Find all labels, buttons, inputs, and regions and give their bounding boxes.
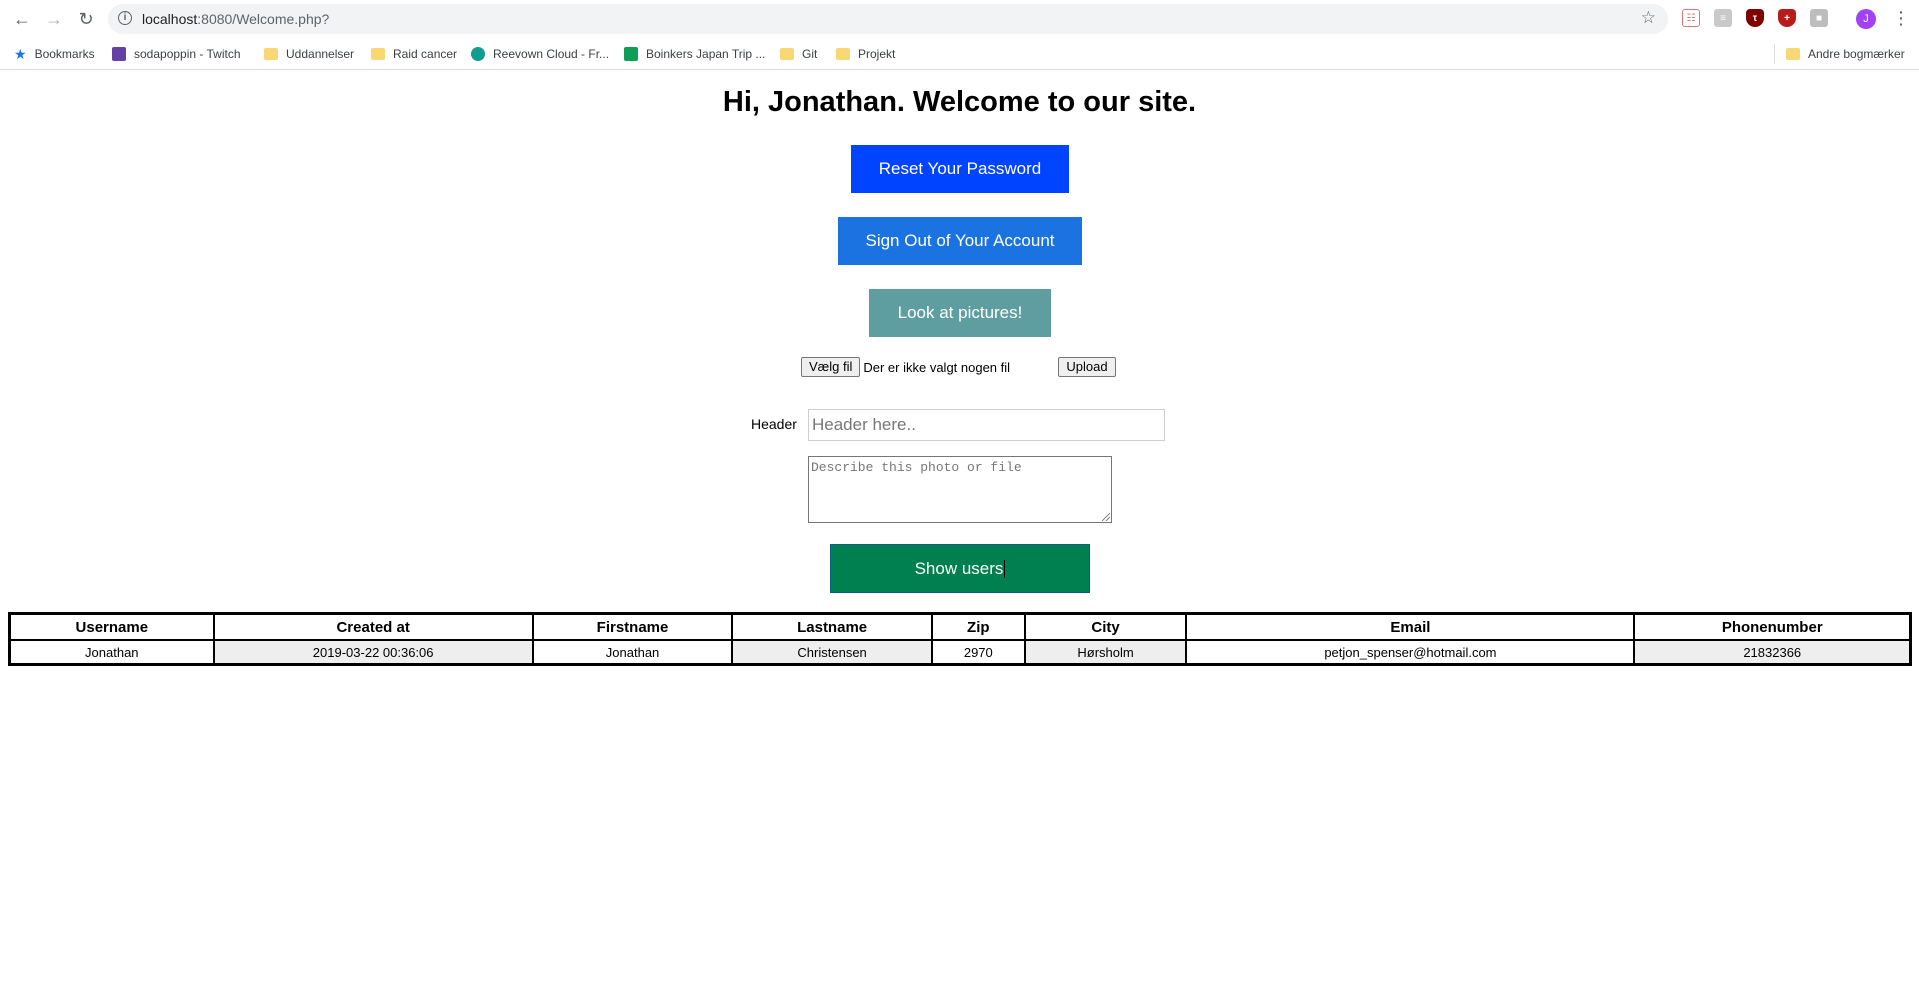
extension-icon[interactable]: ≡ — [1714, 9, 1732, 27]
profile-avatar[interactable]: J — [1856, 9, 1876, 29]
bookmark-item[interactable]: Raid cancer — [371, 44, 457, 64]
column-header: Created at — [213, 614, 533, 640]
ublock-shield-icon[interactable]: τ — [1746, 9, 1764, 27]
sheets-icon — [624, 47, 638, 61]
browser-toolbar: ← → ↻ i localhost:8080/Welcome.php? ☆ ☷ … — [0, 0, 1919, 38]
bookmark-item[interactable]: sodapoppin - Twitch — [112, 44, 241, 64]
show-users-button[interactable]: Show users — [830, 544, 1090, 593]
menu-dots-icon[interactable]: ⋮ — [1892, 6, 1910, 30]
info-icon[interactable]: i — [118, 11, 132, 25]
table-header-row: Username Created at Firstname Lastname Z… — [10, 614, 1910, 640]
bookmarks-divider — [1774, 44, 1775, 64]
show-users-label: Show users — [914, 558, 1004, 578]
column-header: Zip — [931, 614, 1025, 640]
bookmark-item[interactable]: ★ Bookmarks — [14, 44, 95, 64]
bookmarks-bar: ★ Bookmarks sodapoppin - Twitch Uddannels… — [0, 38, 1919, 70]
url-text[interactable]: localhost:8080/Welcome.php? — [142, 11, 329, 27]
bookmark-label: Reevown Cloud - Fr... — [493, 47, 610, 61]
upload-button[interactable]: Upload — [1058, 357, 1116, 377]
reset-password-button[interactable]: Reset Your Password — [851, 145, 1069, 193]
column-header: City — [1024, 614, 1187, 640]
column-header: Username — [10, 614, 214, 640]
table-cell: Jonathan — [532, 640, 733, 664]
bookmark-item[interactable]: Git — [780, 44, 817, 64]
bookmark-item[interactable]: Boinkers Japan Trip ... — [624, 44, 765, 64]
cloud-icon — [471, 47, 485, 61]
table-cell: 2019-03-22 00:36:06 — [213, 640, 533, 664]
look-at-pictures-button[interactable]: Look at pictures! — [869, 289, 1051, 337]
table-cell: 21832366 — [1634, 640, 1910, 664]
folder-icon — [371, 48, 385, 60]
table-cell: 2970 — [931, 640, 1025, 664]
page-title: Hi, Jonathan. Welcome to our site. — [722, 86, 1197, 118]
column-header: Firstname — [532, 614, 733, 640]
url-path: :8080/Welcome.php? — [197, 11, 330, 27]
forward-arrow-icon[interactable]: → — [42, 7, 66, 31]
column-header: Email — [1186, 614, 1635, 640]
reload-icon[interactable]: ↻ — [74, 7, 98, 31]
bookmark-star-icon[interactable]: ☆ — [1641, 8, 1656, 28]
bookmark-label: Git — [802, 47, 818, 61]
bookmark-label: Raid cancer — [393, 47, 458, 61]
folder-icon — [780, 48, 794, 60]
file-upload-row: Vælg fil Der er ikke valgt nogen fil Upl… — [801, 356, 1116, 378]
extension-icon[interactable]: ■ — [1810, 9, 1828, 27]
bookmark-item[interactable]: Uddannelser — [264, 44, 354, 64]
resize-grip-icon[interactable] — [1102, 513, 1110, 521]
no-file-text: Der er ikke valgt nogen fil — [863, 359, 1011, 375]
users-table: Username Created at Firstname Lastname Z… — [8, 612, 1912, 666]
bookmark-label: Projekt — [858, 47, 896, 61]
table-cell: Christensen — [732, 640, 932, 664]
header-placeholder: Header here.. — [812, 415, 916, 434]
table-row: Jonathan 2019-03-22 00:36:06 Jonathan Ch… — [10, 640, 1910, 664]
header-label: Header — [751, 416, 797, 432]
bookmark-label: Uddannelser — [286, 47, 355, 61]
back-arrow-icon[interactable]: ← — [10, 7, 34, 31]
table-cell: Jonathan — [10, 640, 214, 664]
folder-icon — [836, 48, 850, 60]
table-cell: Hørsholm — [1024, 640, 1187, 664]
bookmark-label: Boinkers Japan Trip ... — [646, 47, 766, 61]
table-cell: petjon_spenser@hotmail.com — [1186, 640, 1635, 664]
bookmark-item[interactable]: Reevown Cloud - Fr... — [471, 44, 609, 64]
url-host: localhost — [142, 11, 198, 27]
address-bar[interactable]: i localhost:8080/Welcome.php? ☆ — [108, 4, 1668, 34]
column-header: Lastname — [732, 614, 932, 640]
column-header: Phonenumber — [1634, 614, 1910, 640]
header-input[interactable]: Header here.. — [808, 409, 1165, 441]
bookmark-label: Andre bogmærker — [1808, 47, 1905, 61]
bookmark-label: Bookmarks — [34, 47, 95, 61]
folder-icon — [1786, 48, 1800, 60]
description-placeholder: Describe this photo or file — [811, 460, 1022, 475]
shield-plus-icon[interactable]: + — [1778, 9, 1796, 27]
bookmark-item[interactable]: Andre bogmærker — [1786, 44, 1905, 64]
twitch-icon — [112, 47, 126, 61]
extension-icon[interactable]: ☷ — [1682, 9, 1700, 27]
choose-file-button[interactable]: Vælg fil — [801, 357, 861, 377]
text-cursor — [1004, 559, 1006, 578]
sign-out-button[interactable]: Sign Out of Your Account — [838, 217, 1082, 265]
star-icon: ★ — [14, 46, 27, 62]
bookmark-label: sodapoppin - Twitch — [134, 47, 241, 61]
description-textarea[interactable]: Describe this photo or file — [808, 456, 1112, 523]
folder-icon — [264, 48, 278, 60]
bookmark-item[interactable]: Projekt — [836, 44, 895, 64]
